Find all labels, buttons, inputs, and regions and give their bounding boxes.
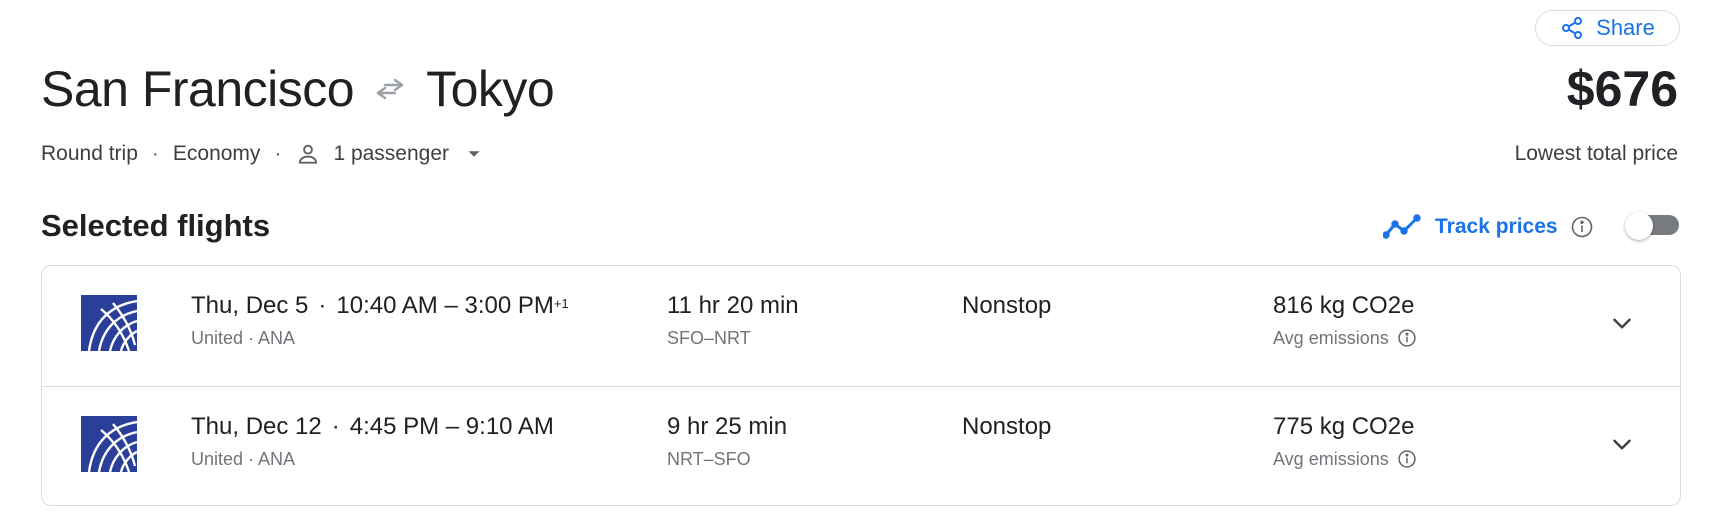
trip-options: Round trip · Economy · 1 passenger — [41, 140, 485, 168]
flight-times: Thu, Dec 12 · 4:45 PM – 9:10 AM United · A… — [191, 411, 554, 473]
share-label: Share — [1596, 15, 1655, 40]
airport-route: SFO–NRT — [667, 328, 751, 348]
total-price: $676 — [1566, 61, 1678, 117]
expand-flight-button[interactable] — [1605, 427, 1639, 461]
caret-down-icon — [463, 143, 485, 165]
airlines: United · ANA — [191, 328, 296, 348]
swap-arrows-icon — [372, 71, 408, 107]
route-title: San Francisco Tokyo — [41, 56, 555, 122]
flight-date: Thu, Dec 5 — [191, 292, 309, 319]
airlines: United · ANA — [191, 449, 296, 469]
info-icon[interactable] — [1397, 449, 1417, 469]
cabin-class[interactable]: Economy — [173, 142, 261, 166]
duration-text: 11 hr 20 min — [667, 292, 799, 319]
separator-dot: · — [318, 292, 327, 319]
stops-text: Nonstop — [962, 292, 1052, 319]
expand-flight-button[interactable] — [1605, 306, 1639, 340]
track-prices[interactable]: Track prices — [1382, 212, 1594, 242]
info-icon[interactable] — [1570, 215, 1594, 239]
flight-times-text: 4:45 PM – 9:10 AM — [349, 413, 554, 440]
flight-emissions: 816 kg CO2e Avg emissions — [1273, 290, 1417, 352]
united-airlines-logo-icon — [81, 416, 138, 473]
separator-dot: · — [151, 142, 159, 165]
flight-date: Thu, Dec 12 — [191, 413, 322, 440]
flight-times: Thu, Dec 5 · 10:40 AM – 3:00 PM+1 United ·… — [191, 290, 569, 352]
united-airlines-logo-icon — [81, 295, 138, 352]
destination-city: Tokyo — [426, 61, 555, 117]
flight-row[interactable]: Thu, Dec 5 · 10:40 AM – 3:00 PM+1 United ·… — [42, 266, 1680, 386]
airport-route: NRT–SFO — [667, 449, 751, 469]
duration-text: 9 hr 25 min — [667, 413, 788, 440]
info-icon[interactable] — [1397, 328, 1417, 348]
price-label: Lowest total price — [1514, 142, 1678, 165]
separator-dot: · — [274, 142, 282, 165]
selected-flights-card: Thu, Dec 5 · 10:40 AM – 3:00 PM+1 United ·… — [41, 265, 1681, 506]
share-button[interactable]: Share — [1535, 10, 1680, 46]
track-prices-label[interactable]: Track prices — [1435, 215, 1558, 239]
passenger-selector[interactable]: 1 passenger — [295, 141, 485, 167]
flight-row[interactable]: Thu, Dec 12 · 4:45 PM – 9:10 AM United · A… — [42, 386, 1680, 505]
person-icon — [295, 141, 321, 167]
flight-emissions: 775 kg CO2e Avg emissions — [1273, 411, 1417, 473]
passenger-count: 1 passenger — [333, 142, 450, 165]
origin-city: San Francisco — [41, 61, 355, 117]
chevron-down-icon — [1609, 431, 1635, 457]
share-icon — [1560, 16, 1584, 40]
emissions-value: 775 kg CO2e — [1273, 413, 1415, 440]
trend-line-icon — [1382, 214, 1421, 240]
emissions-value: 816 kg CO2e — [1273, 292, 1415, 319]
flight-times-text: 10:40 AM – 3:00 PM — [336, 292, 554, 319]
flight-duration: 9 hr 25 min NRT–SFO — [667, 411, 787, 473]
stops-text: Nonstop — [962, 413, 1052, 440]
emissions-label: Avg emissions — [1273, 328, 1389, 348]
trip-type[interactable]: Round trip — [41, 142, 138, 166]
flight-booking-summary: Share San Francisco Tokyo $676 Lowest to… — [0, 0, 1712, 524]
flight-stops: Nonstop — [962, 411, 1051, 443]
flight-stops: Nonstop — [962, 290, 1051, 322]
flight-duration: 11 hr 20 min SFO–NRT — [667, 290, 799, 352]
toggle-thumb — [1625, 212, 1653, 240]
separator-dot: · — [331, 413, 340, 440]
emissions-label: Avg emissions — [1273, 449, 1389, 469]
chevron-down-icon — [1609, 310, 1635, 336]
track-prices-toggle[interactable] — [1625, 212, 1681, 240]
day-offset: +1 — [553, 296, 569, 311]
section-title: Selected flights — [41, 208, 271, 243]
